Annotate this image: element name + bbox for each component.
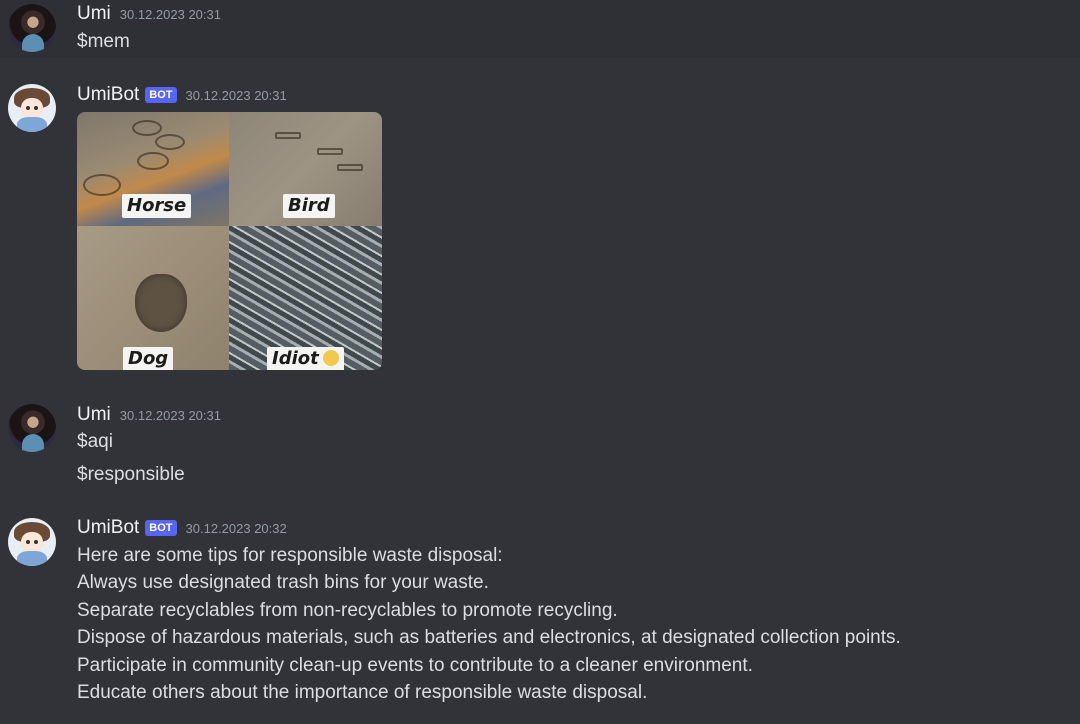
timestamp[interactable]: 30.12.2023 20:31 bbox=[120, 7, 221, 22]
meme-panel-idiot: Idiot bbox=[229, 226, 382, 370]
message-umibot-tips: UmiBot BOT 30.12.2023 20:32 Here are som… bbox=[0, 498, 1080, 724]
avatar[interactable] bbox=[8, 84, 56, 132]
timestamp[interactable]: 30.12.2023 20:32 bbox=[186, 521, 287, 536]
panel-label: Idiot bbox=[267, 347, 344, 370]
avatar[interactable] bbox=[8, 404, 56, 452]
username[interactable]: Umi bbox=[77, 3, 111, 25]
username[interactable]: UmiBot bbox=[77, 517, 139, 539]
message-text: Always use designated trash bins for you… bbox=[77, 572, 489, 593]
panel-label: Horse bbox=[122, 194, 192, 218]
panel-label: Bird bbox=[283, 194, 335, 218]
username[interactable]: Umi bbox=[77, 404, 111, 426]
timestamp[interactable]: 30.12.2023 20:31 bbox=[120, 408, 221, 423]
message-text: Dispose of hazardous materials, such as … bbox=[77, 627, 901, 648]
bot-badge: BOT bbox=[145, 87, 177, 103]
message-text: $aqi bbox=[77, 431, 113, 452]
meme-panel-bird: Bird bbox=[229, 112, 382, 226]
message-text: Here are some tips for responsible waste… bbox=[77, 545, 503, 566]
username[interactable]: UmiBot bbox=[77, 84, 139, 106]
bot-badge: BOT bbox=[145, 520, 177, 536]
message-umi-mem: Umi 30.12.2023 20:31 $mem bbox=[0, 0, 1080, 58]
grinning-face-icon bbox=[322, 350, 339, 366]
message-text: Participate in community clean-up events… bbox=[77, 655, 753, 676]
timestamp[interactable]: 30.12.2023 20:31 bbox=[186, 88, 287, 103]
panel-label: Dog bbox=[123, 347, 174, 370]
message-text: Educate others about the importance of r… bbox=[77, 682, 648, 703]
meme-panel-dog: Dog bbox=[77, 226, 229, 370]
message-text: Separate recyclables from non-recyclable… bbox=[77, 600, 618, 621]
message-umi-commands: Umi 30.12.2023 20:31 $aqi $responsible bbox=[0, 388, 1080, 498]
message-text: $responsible bbox=[77, 464, 185, 485]
avatar[interactable] bbox=[8, 518, 56, 566]
avatar[interactable] bbox=[8, 4, 56, 52]
message-text: $mem bbox=[77, 31, 130, 52]
meme-image-attachment[interactable]: Horse Bird Dog Idiot bbox=[77, 112, 382, 370]
panel-label-text: Idiot bbox=[272, 348, 319, 369]
meme-panel-horse: Horse bbox=[77, 112, 229, 226]
